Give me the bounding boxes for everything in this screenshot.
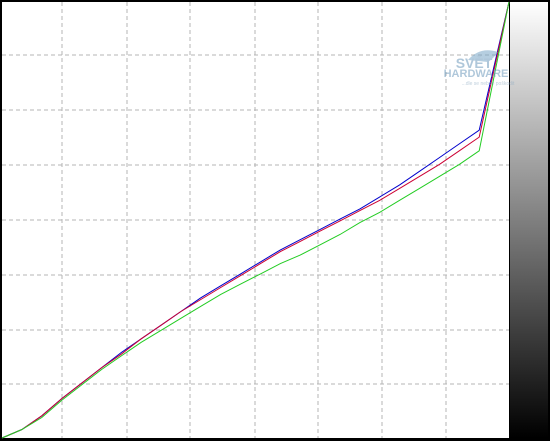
chart-figure: SVĚT HARDWARE ...dle se nebde poškodit [0, 0, 550, 441]
watermark-tagline: ...dle se nebde poškodit [462, 81, 515, 87]
gray-scale-bar [510, 2, 548, 438]
chart-svg: SVĚT HARDWARE ...dle se nebde poškodit [0, 0, 550, 441]
watermark-line2: HARDWARE [444, 68, 509, 80]
